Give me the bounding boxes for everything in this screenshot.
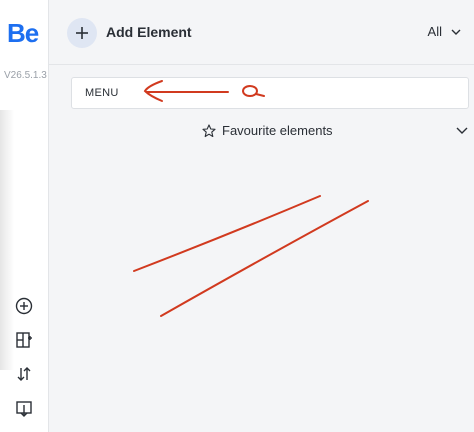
sort-icon[interactable] <box>14 364 34 384</box>
panel-header: Add Element All <box>49 0 474 65</box>
add-element-label[interactable]: Add Element <box>106 24 192 40</box>
plus-icon <box>76 27 88 39</box>
chevron-down-icon <box>451 29 461 35</box>
favourites-toggle[interactable]: Favourite elements <box>202 123 333 138</box>
version-label: V26.5.1.3 <box>4 70 47 81</box>
star-icon <box>202 123 216 137</box>
sidebar-shadow <box>0 110 14 370</box>
annotation-stroke-2 <box>160 200 369 317</box>
filter-value: All <box>427 24 442 39</box>
add-circle-icon[interactable] <box>14 296 34 316</box>
import-icon[interactable] <box>14 399 34 419</box>
logo: Be <box>7 18 39 48</box>
search-input[interactable]: MENU <box>71 77 469 109</box>
favourites-label: Favourite elements <box>222 123 333 138</box>
add-element-button[interactable] <box>67 18 97 48</box>
search-value: MENU <box>85 87 119 99</box>
filter-dropdown[interactable]: All <box>428 24 462 39</box>
annotation-stroke-1 <box>133 195 321 272</box>
layout-add-icon[interactable] <box>14 330 34 350</box>
chevron-down-icon[interactable] <box>455 124 469 138</box>
builder-panel: Be V26.5.1.3 Add Element All MENU Favour… <box>0 0 474 432</box>
